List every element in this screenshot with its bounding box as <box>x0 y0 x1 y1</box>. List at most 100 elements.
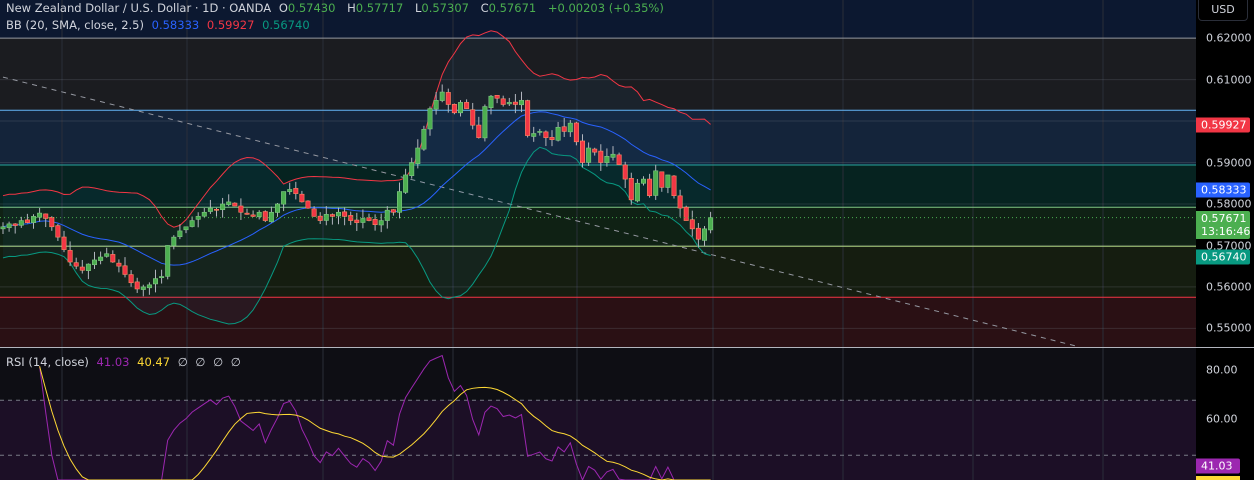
candle-body <box>622 164 628 180</box>
candle-body <box>98 256 104 261</box>
candle-body <box>494 95 500 99</box>
open-label: O <box>278 1 288 15</box>
candle-body <box>214 209 220 211</box>
candle-body <box>457 102 463 114</box>
price-pane[interactable] <box>0 0 1196 347</box>
last-price-label: 0.57671 13:16:46 <box>1196 211 1250 239</box>
candle-body <box>384 209 390 221</box>
price-tick: 0.58000 <box>1206 197 1252 211</box>
rsi-extra-value: ∅ <box>177 355 188 369</box>
candle-body <box>403 174 409 193</box>
candle-body <box>342 211 348 217</box>
rsi-extra-value: ∅ <box>213 355 224 369</box>
candle-body <box>79 266 85 271</box>
candle-body <box>30 216 36 223</box>
candle-body <box>183 226 189 231</box>
price-tick: 0.56000 <box>1206 280 1252 294</box>
currency-button[interactable]: USD <box>1198 0 1248 21</box>
ohlc-close: C0.57671 <box>481 1 541 15</box>
candle-body <box>579 140 585 163</box>
ohlc-low: L0.57307 <box>415 1 473 15</box>
candle-body <box>427 108 433 130</box>
candle-body <box>592 148 598 153</box>
candle-body <box>171 236 177 247</box>
candle-body <box>354 219 360 223</box>
candle-body <box>73 262 79 267</box>
candle-body <box>488 95 494 109</box>
pane-divider[interactable] <box>0 347 1254 348</box>
candle-body <box>24 219 30 223</box>
candle-body <box>238 205 244 213</box>
candle-body <box>415 147 421 165</box>
candle-body <box>360 218 366 223</box>
price-tick: 0.55000 <box>1206 321 1252 335</box>
candle-body <box>104 253 110 257</box>
candle-body <box>701 228 707 241</box>
candle-body <box>37 212 43 218</box>
ohlc-high: H0.57717 <box>347 1 407 15</box>
candle-body <box>207 207 213 212</box>
bb-upper-value: 0.59927 <box>206 18 255 32</box>
candle-body <box>500 98 506 105</box>
rsi-value: 41.03 <box>96 355 130 369</box>
candle-body <box>634 182 640 202</box>
candle-body <box>451 104 457 114</box>
candle-body <box>616 154 622 165</box>
candle-body <box>220 203 226 210</box>
open-value: 0.57430 <box>287 1 336 15</box>
candle-body <box>49 217 55 228</box>
low-value: 0.57307 <box>421 1 469 15</box>
candle-body <box>531 133 537 137</box>
ohlc-open: O0.57430 <box>279 1 340 15</box>
candle-body <box>18 220 24 226</box>
bb-basis-label: 0.58333 <box>1196 182 1250 198</box>
candle-body <box>122 265 128 275</box>
candle-body <box>256 211 262 218</box>
candle-body <box>287 189 293 192</box>
candle-body <box>12 223 18 226</box>
close-value: 0.57671 <box>488 1 537 15</box>
candle-body <box>708 217 714 231</box>
symbol-legend: New Zealand Dollar / U.S. Dollar · 1D · … <box>6 1 668 15</box>
candle-body <box>281 191 287 205</box>
rsi-ma-value: 40.47 <box>137 355 171 369</box>
candle-body <box>244 212 250 215</box>
rsi-tick: 80.00 <box>1206 363 1238 377</box>
candle-body <box>604 155 610 163</box>
candle-body <box>177 230 183 237</box>
bb-lower-value: 0.56740 <box>262 18 310 32</box>
candle-body <box>250 214 256 217</box>
candle-body <box>390 209 396 213</box>
candle-body <box>274 203 280 213</box>
price-tick: 0.59000 <box>1206 156 1252 170</box>
candle-body <box>409 162 415 176</box>
candle-body <box>262 211 268 221</box>
bb-legend[interactable]: BB (20, SMA, close, 2.5) 0.58333 0.59927… <box>6 18 314 32</box>
candle-body <box>683 206 689 221</box>
candle-body <box>506 102 512 105</box>
candle-body <box>555 126 561 141</box>
candle-body <box>85 263 91 271</box>
candle-body <box>67 250 73 263</box>
candle-body <box>586 147 592 163</box>
rsi-legend[interactable]: RSI (14, close) 41.03 40.47 ∅ ∅ ∅ ∅ <box>6 355 245 369</box>
candle-body <box>653 170 659 196</box>
candle-body <box>396 191 402 213</box>
candle-body <box>201 211 207 217</box>
candle-body <box>549 137 555 141</box>
candle-body <box>55 225 61 238</box>
high-value: 0.57717 <box>355 1 404 15</box>
rsi-ma-label <box>1196 476 1240 480</box>
candle-body <box>610 153 616 158</box>
candle-body <box>640 178 646 184</box>
high-label: H <box>347 1 356 15</box>
candle-body <box>92 259 98 266</box>
candle-body <box>311 208 317 217</box>
candle-body <box>598 150 604 163</box>
candle-body <box>165 245 171 277</box>
rsi-extra-value: ∅ <box>195 355 206 369</box>
bb-name: BB (20, SMA, close, 2.5) <box>6 18 144 32</box>
candle-body <box>159 276 165 278</box>
price-axis[interactable]: 0.62000 0.61000 0.59000 0.58000 0.57000 … <box>1196 0 1254 480</box>
candle-body <box>146 284 152 289</box>
